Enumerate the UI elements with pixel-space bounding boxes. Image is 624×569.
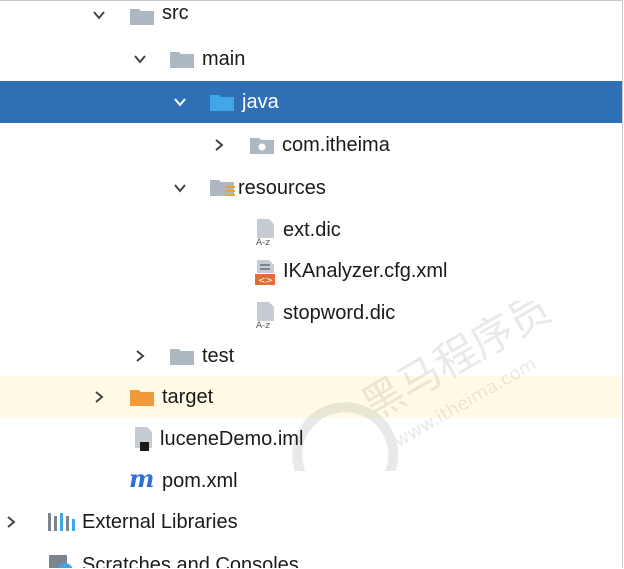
chevron-down-icon[interactable] xyxy=(92,8,106,22)
svg-text:A-z: A-z xyxy=(256,238,270,246)
scratches-icon xyxy=(48,554,73,568)
tree-label-stopword: stopword.dic xyxy=(283,302,396,324)
chevron-down-icon[interactable] xyxy=(173,181,187,195)
maven-icon: m xyxy=(129,464,155,493)
project-tree: src main java com.itheima resources A-z … xyxy=(0,0,623,568)
tree-label-java: java xyxy=(242,91,279,113)
tree-row-pom[interactable]: m pom.xml xyxy=(0,460,622,502)
text-file-icon: A-z xyxy=(253,218,277,248)
tree-row-src[interactable]: src xyxy=(0,1,622,36)
tree-label-resources: resources xyxy=(238,177,326,199)
folder-icon xyxy=(170,49,194,73)
tree-label-ext-dic: ext.dic xyxy=(283,219,341,241)
chevron-right-icon[interactable] xyxy=(92,390,106,404)
tree-row-com-itheima[interactable]: com.itheima xyxy=(0,124,622,166)
tree-row-ikanalyzer[interactable]: <> IKAnalyzer.cfg.xml xyxy=(0,251,622,293)
tree-label-main: main xyxy=(202,48,246,70)
tree-label-test: test xyxy=(202,345,235,367)
source-folder-icon xyxy=(210,92,234,116)
chevron-down-icon[interactable] xyxy=(173,95,187,109)
chevron-down-icon[interactable] xyxy=(133,52,147,66)
tree-row-ext-dic[interactable]: A-z ext.dic xyxy=(0,210,622,252)
tree-row-resources[interactable]: resources xyxy=(0,167,622,209)
tree-row-main[interactable]: main xyxy=(0,38,622,80)
resources-folder-icon xyxy=(210,177,235,201)
folder-icon xyxy=(130,6,154,30)
module-file-icon xyxy=(131,426,155,451)
tree-label-pom: pom.xml xyxy=(162,470,238,492)
excluded-folder-icon xyxy=(130,387,154,411)
tree-label-src: src xyxy=(162,2,189,24)
tree-row-external-libraries[interactable]: External Libraries xyxy=(0,501,622,543)
tree-label-com-itheima: com.itheima xyxy=(282,134,390,156)
tree-label-scratches: Scratches and Consoles xyxy=(82,554,299,568)
library-icon xyxy=(48,511,75,535)
tree-label-iml: luceneDemo.iml xyxy=(160,428,304,450)
svg-text:<>: <> xyxy=(258,276,273,286)
tree-row-iml[interactable]: luceneDemo.iml xyxy=(0,418,622,460)
tree-row-java[interactable]: java xyxy=(0,81,622,123)
svg-text:A-z: A-z xyxy=(256,321,270,329)
tree-row-test[interactable]: test xyxy=(0,335,622,377)
chevron-right-icon[interactable] xyxy=(212,138,226,152)
folder-icon xyxy=(170,346,194,370)
tree-row-scratches[interactable]: Scratches and Consoles xyxy=(0,544,622,568)
tree-label-external-libraries: External Libraries xyxy=(82,511,238,533)
tree-row-target[interactable]: target xyxy=(0,376,622,418)
text-file-icon: A-z xyxy=(253,301,277,331)
tree-row-stopword[interactable]: A-z stopword.dic xyxy=(0,293,622,335)
chevron-right-icon[interactable] xyxy=(133,349,147,363)
xml-file-icon: <> xyxy=(253,259,277,286)
tree-label-ikanalyzer: IKAnalyzer.cfg.xml xyxy=(283,260,448,282)
tree-label-target: target xyxy=(162,386,214,408)
package-icon xyxy=(250,135,274,159)
chevron-right-icon[interactable] xyxy=(4,515,18,529)
